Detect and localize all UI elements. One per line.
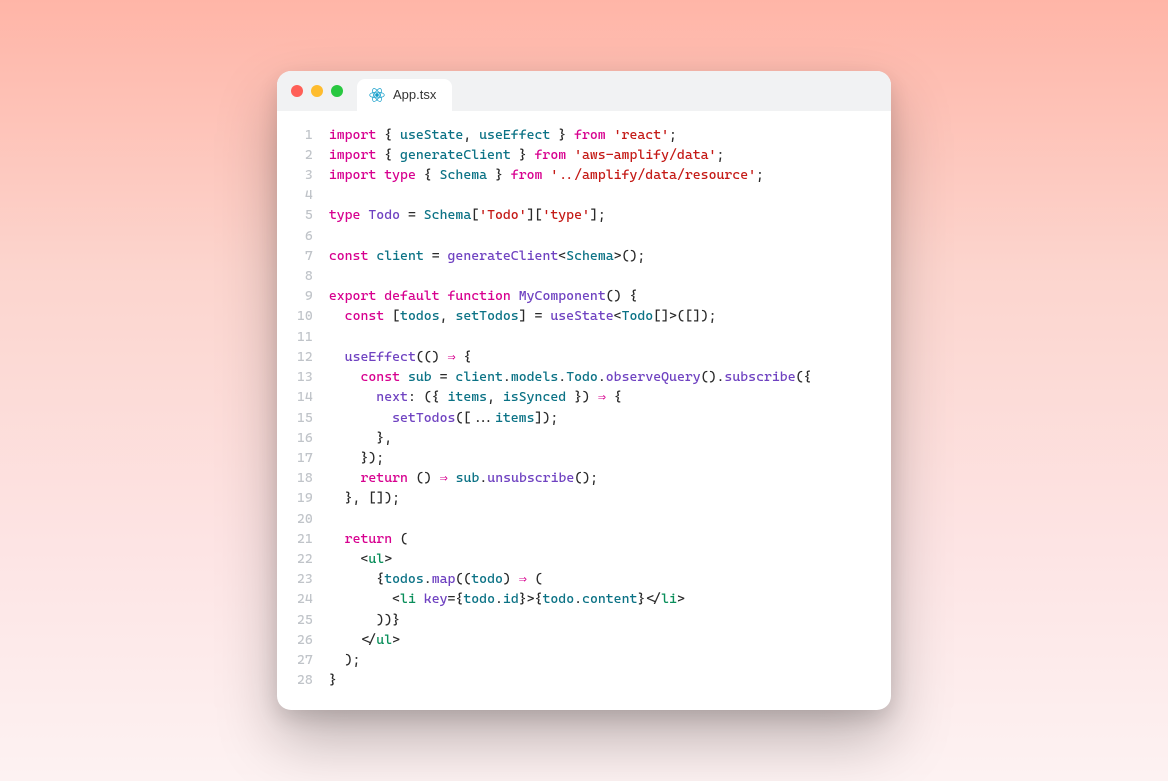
- code-line: {todos.map((todo) ⇒ (: [329, 571, 543, 587]
- code-line: </ul>: [329, 632, 400, 648]
- react-icon: [369, 87, 385, 103]
- code-line: const [todos, setTodos] = useState<Todo[…: [329, 308, 717, 324]
- code-line: });: [329, 450, 384, 466]
- code-line: );: [329, 652, 361, 668]
- minimize-icon[interactable]: [311, 85, 323, 97]
- code-content: import { useState, useEffect } from 'rea…: [329, 125, 832, 691]
- traffic-lights: [291, 85, 343, 97]
- code-editor[interactable]: 1 2 3 4 5 6 7 8 9 10 11 12 13 14 15 16 1…: [277, 111, 891, 711]
- tab-filename: App.tsx: [393, 87, 436, 102]
- code-line: <li key={todo.id}>{todo.content}</li>: [329, 591, 685, 607]
- code-line: }, []);: [329, 490, 400, 506]
- code-line: return () ⇒ sub.unsubscribe();: [329, 470, 598, 486]
- close-icon[interactable]: [291, 85, 303, 97]
- code-line: ))}: [329, 612, 400, 628]
- code-line: import { generateClient } from 'aws-ampl…: [329, 147, 725, 163]
- code-line: },: [329, 430, 392, 446]
- code-line: const client = generateClient<Schema>();: [329, 248, 645, 264]
- titlebar: App.tsx: [277, 71, 891, 111]
- code-line: next: ({ items, isSynced }) ⇒ {: [329, 389, 622, 405]
- code-line: export default function MyComponent() {: [329, 288, 638, 304]
- zoom-icon[interactable]: [331, 85, 343, 97]
- code-line: import { useState, useEffect } from 'rea…: [329, 127, 677, 143]
- line-gutter: 1 2 3 4 5 6 7 8 9 10 11 12 13 14 15 16 1…: [277, 125, 329, 691]
- code-line: <ul>: [329, 551, 392, 567]
- code-line: useEffect(() ⇒ {: [329, 349, 472, 365]
- code-line: const sub = client.models.Todo.observeQu…: [329, 369, 812, 385]
- code-line: setTodos([...items]);: [329, 410, 558, 426]
- code-line: }: [329, 672, 337, 688]
- code-line: return (: [329, 531, 408, 547]
- tab-app-tsx[interactable]: App.tsx: [357, 79, 452, 111]
- editor-window: App.tsx 1 2 3 4 5 6 7 8 9 10 11 12 13 14…: [277, 71, 891, 711]
- code-line: import type { Schema } from '../amplify/…: [329, 167, 764, 183]
- code-line: type Todo = Schema['Todo']['type'];: [329, 207, 606, 223]
